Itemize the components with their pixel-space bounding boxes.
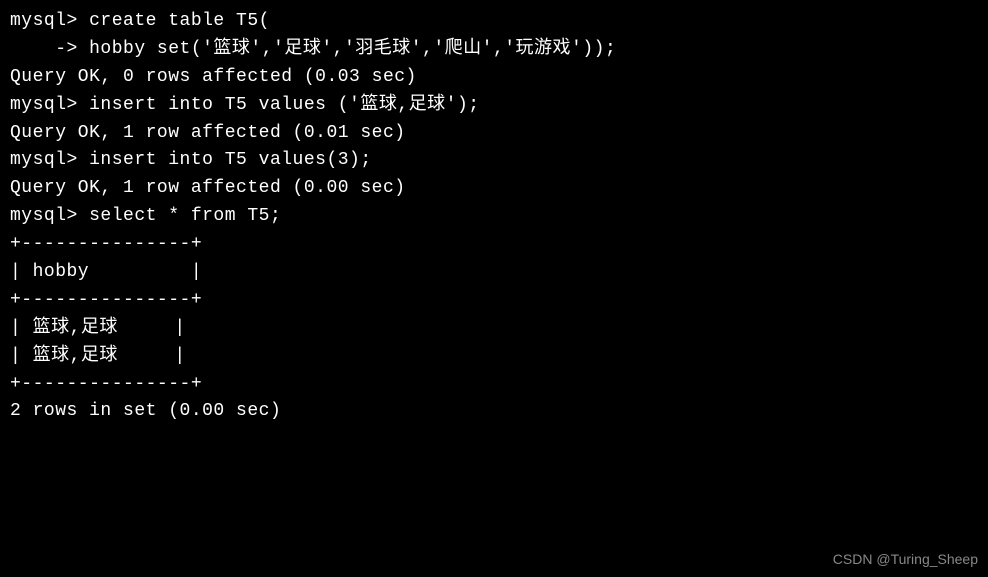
terminal-output: mysql> create table T5( -> hobby set('篮球… (10, 8, 978, 426)
terminal-line: +---------------+ (10, 287, 978, 315)
terminal-line: | 篮球,足球 | (10, 315, 978, 343)
terminal-line: | 篮球,足球 | (10, 343, 978, 371)
terminal-line: 2 rows in set (0.00 sec) (10, 398, 978, 426)
terminal-line: mysql> select * from T5; (10, 203, 978, 231)
terminal-line: | hobby | (10, 259, 978, 287)
terminal-line: Query OK, 1 row affected (0.00 sec) (10, 175, 978, 203)
terminal-line: +---------------+ (10, 371, 978, 399)
terminal-line: mysql> insert into T5 values ('篮球,足球'); (10, 92, 978, 120)
watermark: CSDN @Turing_Sheep (833, 549, 978, 571)
terminal-line: Query OK, 0 rows affected (0.03 sec) (10, 64, 978, 92)
terminal-line: +---------------+ (10, 231, 978, 259)
terminal-line: Query OK, 1 row affected (0.01 sec) (10, 120, 978, 148)
terminal-line: mysql> create table T5( (10, 8, 978, 36)
terminal-line: -> hobby set('篮球','足球','羽毛球','爬山','玩游戏')… (10, 36, 978, 64)
terminal-line: mysql> insert into T5 values(3); (10, 147, 978, 175)
